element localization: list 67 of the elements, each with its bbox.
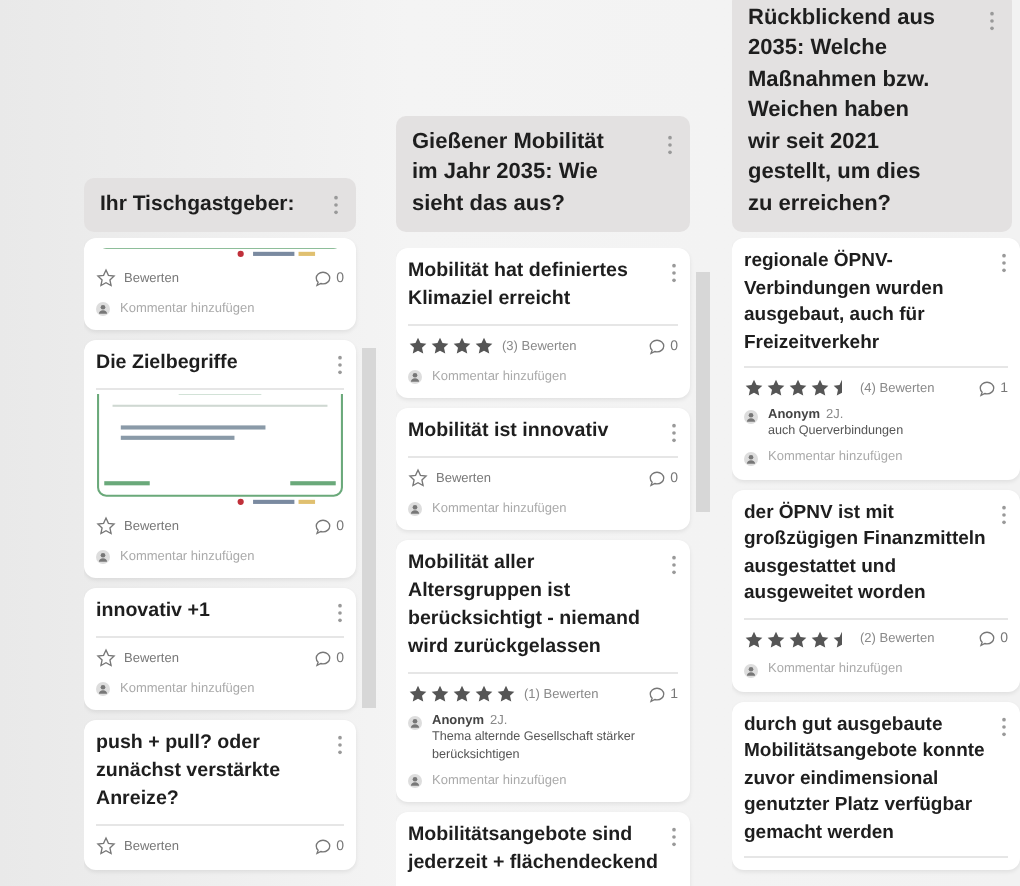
avatar-icon	[744, 451, 758, 465]
post-title: Mobilität hat definiertes Klimaziel erreicht	[408, 258, 630, 314]
column-title: Rückblickend aus 2035: Welche Maßnahmen bzw. Weichen haben wir seit 2021 gestellt, um dies zu erreichen?	[748, 3, 938, 219]
avatar-icon	[408, 716, 422, 730]
star-icon	[766, 378, 786, 398]
post-title: durch gut ausgebaute Mobilitätsangebote konnte zuvor eindimensional genutzter Platz verfügbar gemacht werden	[744, 711, 987, 846]
star-icon	[452, 336, 472, 356]
comment-icon[interactable]	[314, 269, 333, 287]
more-icon[interactable]	[336, 602, 344, 624]
avatar-icon	[408, 502, 422, 516]
comment-icon[interactable]	[314, 837, 333, 855]
more-icon[interactable]	[670, 422, 678, 444]
column-title: Gießener Mobilität im Jahr 2035: Wie sieht das aus?	[412, 127, 606, 219]
star-icon	[788, 378, 808, 398]
star-icon	[810, 378, 830, 398]
more-icon[interactable]	[336, 354, 344, 376]
more-icon[interactable]	[1000, 715, 1008, 737]
post-title: push + pull? oder zunächst verstärkte Anreize?	[96, 730, 283, 814]
post-title: Mobilitätsangebote sind jederzeit + flächendeckend	[408, 822, 660, 878]
star-icon	[452, 684, 472, 704]
star-icon	[430, 336, 450, 356]
comment-icon[interactable]	[648, 469, 667, 487]
post-title: Die Zielbegriffe	[96, 350, 238, 378]
star-icon	[744, 378, 764, 398]
star-icon	[788, 629, 808, 649]
star-icon[interactable]	[96, 516, 116, 536]
star-icon[interactable]	[96, 648, 116, 668]
post-title: innovativ +1	[96, 598, 210, 626]
star-icon	[474, 684, 494, 704]
star-icon	[474, 336, 494, 356]
avatar-icon	[96, 302, 110, 316]
star-icon	[430, 684, 450, 704]
more-icon[interactable]	[988, 9, 996, 31]
more-icon[interactable]	[336, 734, 344, 756]
more-icon[interactable]	[670, 554, 678, 576]
avatar-icon	[744, 410, 758, 424]
star-icon	[496, 684, 516, 704]
comment-icon[interactable]	[978, 630, 997, 648]
star-icon[interactable]	[96, 836, 116, 856]
avatar-icon	[96, 550, 110, 564]
post-title: Mobilität ist innovativ	[408, 418, 609, 446]
star-icon	[408, 336, 428, 356]
avatar-icon	[408, 774, 422, 788]
post-title: regionale ÖPNV-Verbindungen wurden ausgebaut, auch für Freizeitverkehr	[744, 248, 946, 356]
more-icon[interactable]	[1000, 503, 1008, 525]
post-title: Mobilität aller Altersgruppen ist berücksichtigt - niemand wird zurückgelassen	[408, 550, 642, 662]
comment-icon[interactable]	[978, 379, 997, 397]
star-icon	[744, 629, 764, 649]
comment-icon[interactable]	[314, 649, 333, 667]
avatar-icon	[96, 682, 110, 696]
comment-icon[interactable]	[314, 517, 333, 535]
post-title: der ÖPNV ist mit großzügigen Finanzmitteln ausgestattet und ausgeweitet worden	[744, 499, 988, 607]
column-title: Ihr Tischgastgeber:	[100, 189, 295, 219]
more-icon[interactable]	[666, 133, 674, 155]
comment-icon[interactable]	[648, 685, 667, 703]
star-icon	[408, 684, 428, 704]
more-icon[interactable]	[670, 826, 678, 848]
star-icon	[766, 629, 786, 649]
more-icon[interactable]	[332, 193, 340, 215]
comment-icon[interactable]	[648, 337, 667, 355]
avatar-icon	[744, 663, 758, 677]
more-icon[interactable]	[1000, 252, 1008, 274]
avatar-icon	[408, 370, 422, 384]
star-icon[interactable]	[96, 268, 116, 288]
star-icon[interactable]	[408, 468, 428, 488]
more-icon[interactable]	[670, 262, 678, 284]
star-icon	[810, 629, 830, 649]
